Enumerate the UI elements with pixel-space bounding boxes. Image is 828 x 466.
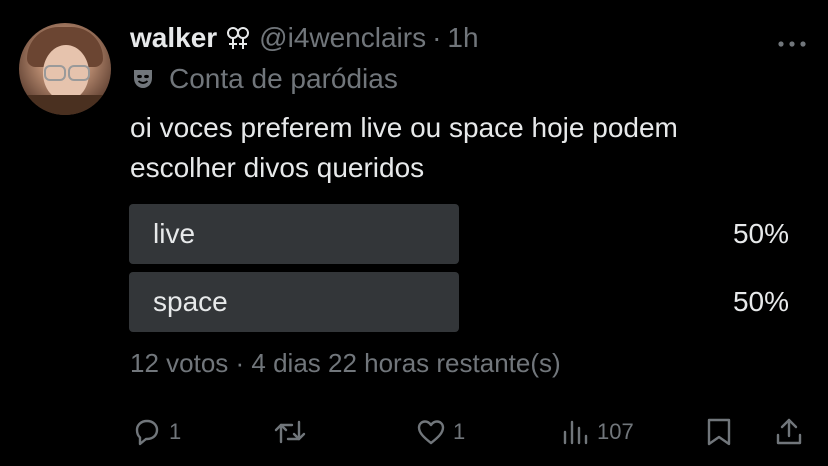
reply-bubble-icon xyxy=(131,416,163,448)
author-handle[interactable]: @i4wenclairs xyxy=(259,22,426,54)
tweet-text: oi voces preferem live ou space hoje pod… xyxy=(130,108,790,188)
heart-icon xyxy=(415,416,447,448)
share-button[interactable] xyxy=(773,410,805,454)
share-upload-icon xyxy=(773,416,805,448)
poll-option-percent: 50% xyxy=(732,218,789,249)
parody-label: Conta de paródias xyxy=(169,63,398,94)
theater-mask-icon xyxy=(131,67,155,91)
parody-account-label: Conta de paródias xyxy=(131,63,398,95)
like-count: 1 xyxy=(453,419,466,444)
tweet-card[interactable]: walker @i4wenclairs · 1h Conta de paródi… xyxy=(0,0,828,466)
tweet-header: walker @i4wenclairs · 1h xyxy=(130,20,479,56)
author-name[interactable]: walker xyxy=(130,22,217,54)
more-horizontal-icon[interactable] xyxy=(778,34,806,47)
poll-meta: 12 votos · 4 dias 22 horas restante(s) xyxy=(130,348,561,378)
header-separator: · xyxy=(432,22,442,53)
tweet-text-line: escolher divos queridos xyxy=(130,152,425,183)
retweet-button[interactable] xyxy=(272,410,314,454)
poll-option-label: live xyxy=(153,218,196,249)
bookmark-button[interactable] xyxy=(704,410,734,454)
poll-option-space[interactable]: space 50% xyxy=(129,272,789,332)
poll-option-live[interactable]: live 50% xyxy=(129,204,789,264)
poll-option-label: space xyxy=(153,286,228,317)
avatar-glasses-left xyxy=(44,65,66,81)
tweet-text-line: oi voces preferem live ou space hoje pod… xyxy=(130,112,678,143)
reply-count: 1 xyxy=(169,419,182,444)
views-count: 107 xyxy=(597,419,634,444)
action-bar: 1 1 107 xyxy=(0,410,828,454)
doubled-female-sign-icon xyxy=(225,25,251,51)
views-bars-icon xyxy=(561,416,591,448)
tweet-timestamp[interactable]: 1h xyxy=(447,22,478,54)
avatar-shirt xyxy=(19,95,111,115)
reply-button[interactable]: 1 xyxy=(131,410,181,454)
avatar[interactable] xyxy=(19,23,111,115)
retweet-icon xyxy=(272,416,308,448)
poll-option-percent: 50% xyxy=(732,286,789,317)
bookmark-icon xyxy=(704,416,734,448)
avatar-glasses-right xyxy=(68,65,90,81)
views-button[interactable]: 107 xyxy=(561,410,634,454)
like-button[interactable]: 1 xyxy=(415,410,465,454)
